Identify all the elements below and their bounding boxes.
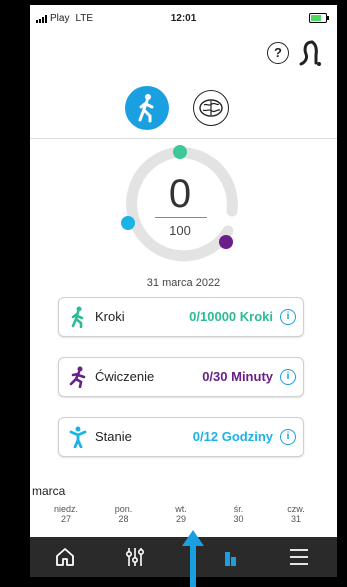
calendar-day[interactable]: niedz. 27 — [46, 504, 86, 524]
home-icon — [56, 548, 74, 566]
steps-progress-dot — [173, 145, 187, 159]
steps-label: Kroki — [95, 309, 125, 324]
calendar-month: marca — [32, 484, 66, 498]
app-screen: Play LTE 12:01 ? 0 100 31 marca 2022 Kro… — [30, 5, 337, 577]
info-icon[interactable]: i — [280, 369, 296, 385]
hearing-aid-icon[interactable] — [298, 39, 322, 67]
ring-current-value: 0 — [168, 172, 192, 216]
nav-controls[interactable] — [110, 537, 160, 577]
activity-mode-button[interactable] — [125, 86, 169, 130]
day-number: 31 — [290, 514, 301, 524]
day-number: 27 — [60, 514, 71, 524]
day-name: pon. — [114, 504, 133, 514]
nav-stats[interactable] — [202, 537, 252, 577]
battery-icon — [309, 13, 329, 23]
pointer-arrow-icon — [182, 530, 204, 587]
standing-label: Stanie — [95, 429, 132, 444]
day-number: 29 — [175, 514, 186, 524]
day-name: wt. — [175, 504, 187, 514]
standing-value: 0/12 Godziny — [192, 429, 273, 444]
standing-person-icon — [69, 426, 87, 448]
stats-icon — [225, 552, 236, 566]
week-strip: niedz. 27 pon. 28 wt. 29 śr. 30 czw. 31 — [46, 504, 316, 524]
day-number: 28 — [118, 514, 129, 524]
calendar-day[interactable]: czw. 31 — [276, 504, 316, 524]
exercise-value: 0/30 Minuty — [202, 369, 273, 384]
day-name: niedz. — [53, 504, 79, 514]
info-icon[interactable]: i — [280, 309, 296, 325]
nav-home[interactable] — [40, 537, 90, 577]
walking-person-icon — [138, 94, 154, 123]
equalizer-icon — [125, 548, 145, 566]
ring-separator — [155, 217, 207, 218]
walking-person-icon — [71, 306, 84, 328]
calendar-day[interactable]: pon. 28 — [104, 504, 144, 524]
steps-value: 0/10000 Kroki — [189, 309, 273, 324]
running-person-icon — [69, 366, 86, 388]
ring-goal-value: 100 — [169, 223, 191, 238]
exercise-card[interactable]: Ćwiczenie 0/30 Minuty i — [58, 357, 304, 397]
help-icon[interactable]: ? — [267, 42, 289, 64]
day-name: czw. — [287, 504, 305, 514]
exercise-label: Ćwiczenie — [95, 369, 155, 384]
day-name: śr. — [233, 504, 244, 514]
steps-card[interactable]: Kroki 0/10000 Kroki i — [58, 297, 304, 337]
status-time: 12:01 — [170, 13, 197, 24]
info-icon[interactable]: i — [280, 429, 296, 445]
current-date: 31 marca 2022 — [146, 277, 221, 289]
status-bar: Play LTE 12:01 — [30, 5, 337, 31]
brain-icon — [199, 99, 223, 117]
calendar-day[interactable]: wt. 29 — [161, 504, 201, 524]
brain-mode-button[interactable] — [193, 90, 229, 126]
calendar-day[interactable]: śr. 30 — [219, 504, 259, 524]
standing-card[interactable]: Stanie 0/12 Godziny i — [58, 417, 304, 457]
nav-menu[interactable] — [274, 537, 324, 577]
day-number: 30 — [233, 514, 244, 524]
menu-icon — [290, 549, 308, 565]
